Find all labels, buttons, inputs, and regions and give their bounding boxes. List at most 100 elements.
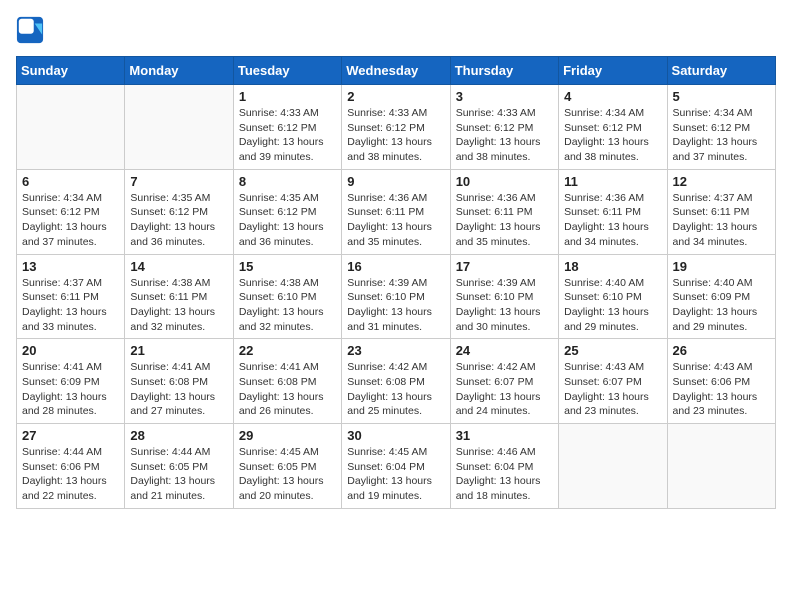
day-info: Sunrise: 4:45 AM Sunset: 6:05 PM Dayligh… — [239, 445, 336, 504]
day-info: Sunrise: 4:41 AM Sunset: 6:08 PM Dayligh… — [130, 360, 227, 419]
day-number: 7 — [130, 174, 227, 189]
day-number: 10 — [456, 174, 553, 189]
calendar-header-row: SundayMondayTuesdayWednesdayThursdayFrid… — [17, 57, 776, 85]
day-number: 1 — [239, 89, 336, 104]
day-number: 5 — [673, 89, 770, 104]
day-number: 25 — [564, 343, 661, 358]
calendar-day-cell: 2Sunrise: 4:33 AM Sunset: 6:12 PM Daylig… — [342, 85, 450, 170]
calendar-day-cell — [125, 85, 233, 170]
day-number: 9 — [347, 174, 444, 189]
calendar-day-cell: 7 Sunrise: 4:35 AM Sunset: 6:12 PM Daylig… — [125, 169, 233, 254]
day-info: Sunrise: 4:35 AM Sunset: 6:12 PM Dayligh… — [130, 191, 227, 250]
calendar-day-cell: 17 Sunrise: 4:39 AM Sunset: 6:10 PM Dayli… — [450, 254, 558, 339]
day-info: Sunrise: 4:43 AM Sunset: 6:06 PM Dayligh… — [673, 360, 770, 419]
day-info: Sunrise: 4:44 AM Sunset: 6:06 PM Dayligh… — [22, 445, 119, 504]
day-number: 4 — [564, 89, 661, 104]
day-info: Sunrise: 4:34 AM Sunset: 6:12 PM Dayligh… — [22, 191, 119, 250]
day-number: 15 — [239, 259, 336, 274]
weekday-header: Saturday — [667, 57, 775, 85]
calendar-day-cell: 5 Sunrise: 4:34 AM Sunset: 6:12 PM Daylig… — [667, 85, 775, 170]
calendar-day-cell — [17, 85, 125, 170]
calendar-week-row: 6 Sunrise: 4:34 AM Sunset: 6:12 PM Daylig… — [17, 169, 776, 254]
day-number: 3 — [456, 89, 553, 104]
day-info: Sunrise: 4:33 AM Sunset: 6:12 PM Dayligh… — [347, 106, 444, 165]
calendar-day-cell — [559, 424, 667, 509]
day-number: 26 — [673, 343, 770, 358]
calendar-day-cell: 29 Sunrise: 4:45 AM Sunset: 6:05 PM Dayli… — [233, 424, 341, 509]
day-number: 6 — [22, 174, 119, 189]
day-info: Sunrise: 4:40 AM Sunset: 6:10 PM Dayligh… — [564, 276, 661, 335]
day-number: 29 — [239, 428, 336, 443]
calendar-week-row: 27 Sunrise: 4:44 AM Sunset: 6:06 PM Dayli… — [17, 424, 776, 509]
day-info: Sunrise: 4:38 AM Sunset: 6:10 PM Dayligh… — [239, 276, 336, 335]
calendar-week-row: 1 Sunrise: 4:33 AM Sunset: 6:12 PM Daylig… — [17, 85, 776, 170]
day-info: Sunrise: 4:44 AM Sunset: 6:05 PM Dayligh… — [130, 445, 227, 504]
calendar-day-cell: 24 Sunrise: 4:42 AM Sunset: 6:07 PM Dayli… — [450, 339, 558, 424]
calendar-day-cell: 12 Sunrise: 4:37 AM Sunset: 6:11 PM Dayli… — [667, 169, 775, 254]
day-number: 17 — [456, 259, 553, 274]
calendar-day-cell: 1Sunrise: 4:33 AM Sunset: 6:12 PM Daylig… — [233, 85, 341, 170]
logo — [16, 16, 48, 44]
day-number: 11 — [564, 174, 661, 189]
day-info: Sunrise: 4:37 AM Sunset: 6:11 PM Dayligh… — [673, 191, 770, 250]
calendar-day-cell: 21 Sunrise: 4:41 AM Sunset: 6:08 PM Dayli… — [125, 339, 233, 424]
calendar-day-cell: 30 Sunrise: 4:45 AM Sunset: 6:04 PM Dayli… — [342, 424, 450, 509]
calendar-day-cell: 22 Sunrise: 4:41 AM Sunset: 6:08 PM Dayli… — [233, 339, 341, 424]
weekday-header: Thursday — [450, 57, 558, 85]
calendar-day-cell: 13 Sunrise: 4:37 AM Sunset: 6:11 PM Dayli… — [17, 254, 125, 339]
day-number: 12 — [673, 174, 770, 189]
calendar-day-cell — [667, 424, 775, 509]
day-number: 19 — [673, 259, 770, 274]
day-info: Sunrise: 4:42 AM Sunset: 6:07 PM Dayligh… — [456, 360, 553, 419]
calendar-day-cell: 9 Sunrise: 4:36 AM Sunset: 6:11 PM Daylig… — [342, 169, 450, 254]
calendar-day-cell: 23Sunrise: 4:42 AM Sunset: 6:08 PM Dayli… — [342, 339, 450, 424]
day-number: 8 — [239, 174, 336, 189]
day-info: Sunrise: 4:37 AM Sunset: 6:11 PM Dayligh… — [22, 276, 119, 335]
day-info: Sunrise: 4:36 AM Sunset: 6:11 PM Dayligh… — [347, 191, 444, 250]
day-info: Sunrise: 4:45 AM Sunset: 6:04 PM Dayligh… — [347, 445, 444, 504]
day-number: 31 — [456, 428, 553, 443]
day-info: Sunrise: 4:41 AM Sunset: 6:08 PM Dayligh… — [239, 360, 336, 419]
day-info: Sunrise: 4:33 AM Sunset: 6:12 PM Dayligh… — [456, 106, 553, 165]
calendar-day-cell: 20Sunrise: 4:41 AM Sunset: 6:09 PM Dayli… — [17, 339, 125, 424]
day-number: 30 — [347, 428, 444, 443]
logo-icon — [16, 16, 44, 44]
day-info: Sunrise: 4:35 AM Sunset: 6:12 PM Dayligh… — [239, 191, 336, 250]
calendar-day-cell: 4 Sunrise: 4:34 AM Sunset: 6:12 PM Daylig… — [559, 85, 667, 170]
day-number: 21 — [130, 343, 227, 358]
calendar-day-cell: 31 Sunrise: 4:46 AM Sunset: 6:04 PM Dayli… — [450, 424, 558, 509]
calendar-day-cell: 19Sunrise: 4:40 AM Sunset: 6:09 PM Dayli… — [667, 254, 775, 339]
day-number: 22 — [239, 343, 336, 358]
weekday-header: Tuesday — [233, 57, 341, 85]
calendar-day-cell: 14 Sunrise: 4:38 AM Sunset: 6:11 PM Dayli… — [125, 254, 233, 339]
day-number: 14 — [130, 259, 227, 274]
weekday-header: Sunday — [17, 57, 125, 85]
day-info: Sunrise: 4:43 AM Sunset: 6:07 PM Dayligh… — [564, 360, 661, 419]
calendar-day-cell: 26 Sunrise: 4:43 AM Sunset: 6:06 PM Dayli… — [667, 339, 775, 424]
calendar-day-cell: 11Sunrise: 4:36 AM Sunset: 6:11 PM Dayli… — [559, 169, 667, 254]
weekday-header: Wednesday — [342, 57, 450, 85]
day-info: Sunrise: 4:34 AM Sunset: 6:12 PM Dayligh… — [673, 106, 770, 165]
day-info: Sunrise: 4:34 AM Sunset: 6:12 PM Dayligh… — [564, 106, 661, 165]
day-number: 18 — [564, 259, 661, 274]
day-number: 23 — [347, 343, 444, 358]
calendar-day-cell: 27 Sunrise: 4:44 AM Sunset: 6:06 PM Dayli… — [17, 424, 125, 509]
day-info: Sunrise: 4:39 AM Sunset: 6:10 PM Dayligh… — [456, 276, 553, 335]
calendar-table: SundayMondayTuesdayWednesdayThursdayFrid… — [16, 56, 776, 509]
calendar-day-cell: 6 Sunrise: 4:34 AM Sunset: 6:12 PM Daylig… — [17, 169, 125, 254]
day-number: 24 — [456, 343, 553, 358]
day-info: Sunrise: 4:46 AM Sunset: 6:04 PM Dayligh… — [456, 445, 553, 504]
day-info: Sunrise: 4:41 AM Sunset: 6:09 PM Dayligh… — [22, 360, 119, 419]
day-number: 28 — [130, 428, 227, 443]
day-number: 13 — [22, 259, 119, 274]
page-header — [16, 16, 776, 44]
calendar-day-cell: 3 Sunrise: 4:33 AM Sunset: 6:12 PM Daylig… — [450, 85, 558, 170]
day-number: 27 — [22, 428, 119, 443]
day-info: Sunrise: 4:39 AM Sunset: 6:10 PM Dayligh… — [347, 276, 444, 335]
calendar-day-cell: 18 Sunrise: 4:40 AM Sunset: 6:10 PM Dayli… — [559, 254, 667, 339]
calendar-day-cell: 16Sunrise: 4:39 AM Sunset: 6:10 PM Dayli… — [342, 254, 450, 339]
calendar-day-cell: 10Sunrise: 4:36 AM Sunset: 6:11 PM Dayli… — [450, 169, 558, 254]
day-info: Sunrise: 4:38 AM Sunset: 6:11 PM Dayligh… — [130, 276, 227, 335]
weekday-header: Monday — [125, 57, 233, 85]
calendar-week-row: 20Sunrise: 4:41 AM Sunset: 6:09 PM Dayli… — [17, 339, 776, 424]
